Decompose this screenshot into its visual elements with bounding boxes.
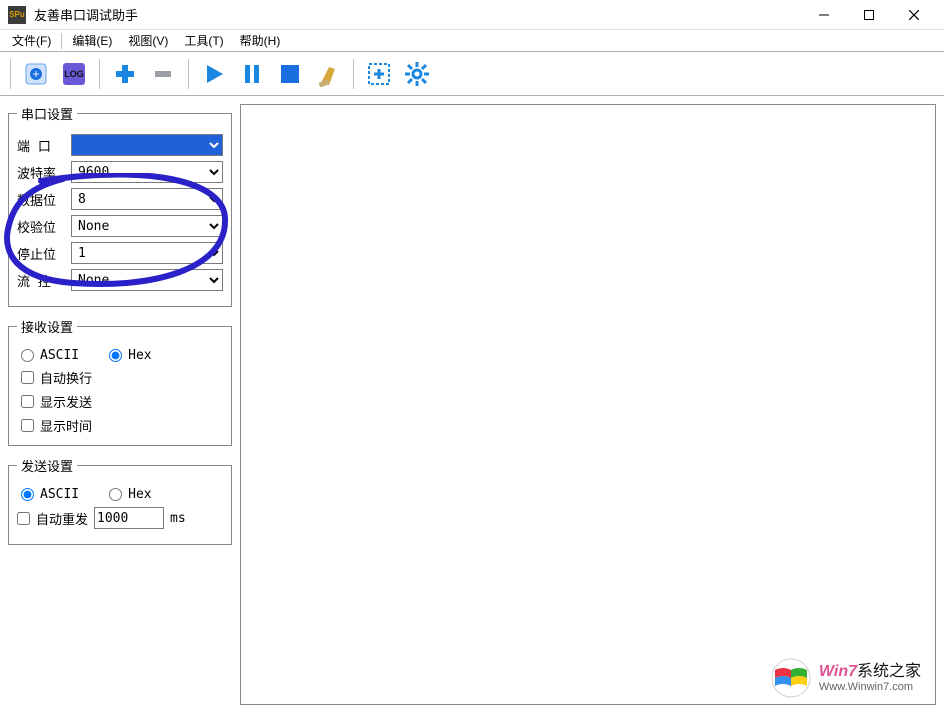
flowctrl-select[interactable]: None (71, 269, 223, 291)
toolbar-separator (353, 59, 354, 89)
stopbits-select[interactable]: 1 (71, 242, 223, 264)
window-title: 友善串口调试助手 (34, 5, 138, 24)
port-select[interactable] (71, 134, 223, 156)
flowctrl-label: 流 控 (17, 271, 65, 290)
baud-label: 波特率 (17, 163, 65, 182)
play-button[interactable] (197, 57, 231, 91)
recv-wrap-checkbox[interactable]: 自动换行 (21, 368, 223, 387)
parity-select[interactable]: None (71, 215, 223, 237)
send-settings-legend: 发送设置 (17, 456, 77, 475)
serial-settings-group: 串口设置 端 口 波特率 9600 数据位 8 校验位 (8, 104, 232, 307)
databits-label: 数据位 (17, 190, 65, 209)
add-button[interactable] (108, 57, 142, 91)
toolbar-separator (188, 59, 189, 89)
recv-showsend-checkbox[interactable]: 显示发送 (21, 392, 223, 411)
send-settings-group: 发送设置 ASCII Hex 自动重发 ms (8, 456, 232, 545)
stopbits-label: 停止位 (17, 244, 65, 263)
send-interval-unit: ms (170, 511, 186, 526)
clear-button[interactable] (311, 57, 345, 91)
databits-select[interactable]: 8 (71, 188, 223, 210)
windows-logo-icon (769, 658, 813, 698)
connect-button[interactable]: + (19, 57, 53, 91)
settings-button[interactable] (400, 57, 434, 91)
toolbar: + LOG (0, 52, 944, 96)
menu-edit[interactable]: 编辑(E) (64, 30, 120, 51)
toolbar-separator (10, 59, 11, 89)
menu-view[interactable]: 视图(V) (120, 30, 176, 51)
svg-text:+: + (32, 67, 39, 81)
output-textarea[interactable]: Win7系统之家 Www.Winwin7.com (240, 104, 936, 705)
log-button[interactable]: LOG (57, 57, 91, 91)
minimize-button[interactable] (801, 0, 846, 30)
send-interval-input[interactable] (94, 507, 164, 529)
recv-showtime-checkbox[interactable]: 显示时间 (21, 416, 223, 435)
serial-settings-legend: 串口设置 (17, 104, 77, 123)
port-label: 端 口 (17, 136, 65, 155)
menu-bar: 文件(F) 编辑(E) 视图(V) 工具(T) 帮助(H) (0, 30, 944, 52)
baud-select[interactable]: 9600 (71, 161, 223, 183)
send-ascii-radio[interactable]: ASCII (21, 487, 79, 502)
close-button[interactable] (891, 0, 936, 30)
menu-help[interactable]: 帮助(H) (232, 30, 289, 51)
maximize-button[interactable] (846, 0, 891, 30)
svg-text:LOG: LOG (64, 69, 84, 79)
title-bar: SPu 友善串口调试助手 (0, 0, 944, 30)
toolbar-separator (99, 59, 100, 89)
settings-sidebar: 串口设置 端 口 波特率 9600 数据位 8 校验位 (0, 96, 240, 713)
menu-separator (61, 33, 62, 49)
remove-button[interactable] (146, 57, 180, 91)
pause-button[interactable] (235, 57, 269, 91)
receive-settings-group: 接收设置 ASCII Hex 自动换行 显示发送 显示时间 (8, 317, 232, 446)
new-window-button[interactable] (362, 57, 396, 91)
app-icon: SPu (8, 6, 26, 24)
receive-settings-legend: 接收设置 (17, 317, 77, 336)
send-hex-radio[interactable]: Hex (109, 487, 151, 502)
recv-ascii-radio[interactable]: ASCII (21, 348, 79, 363)
recv-hex-radio[interactable]: Hex (109, 348, 151, 363)
stop-button[interactable] (273, 57, 307, 91)
menu-file[interactable]: 文件(F) (4, 30, 59, 51)
menu-tools[interactable]: 工具(T) (176, 30, 231, 51)
watermark: Win7系统之家 Www.Winwin7.com (769, 658, 921, 698)
send-autorepeat-checkbox[interactable]: 自动重发 (17, 509, 88, 528)
parity-label: 校验位 (17, 217, 65, 236)
